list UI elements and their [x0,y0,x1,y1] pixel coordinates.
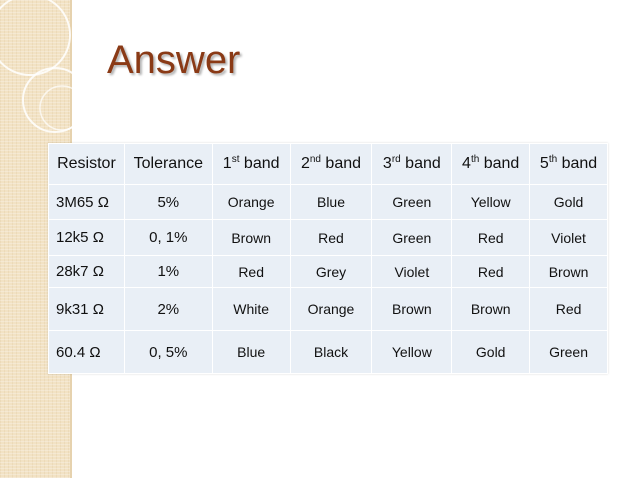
cell-resistor: 60.4 Ω [48,330,125,374]
table-header-row: Resistor Tolerance 1st band 2nd band 3rd… [48,143,608,185]
table-row: 12k5 Ω 0, 1% Brown Red Green Red Violet [48,219,608,256]
header-band-3: 3rd band [371,143,453,185]
table-row: 28k7 Ω 1% Red Grey Violet Red Brown [48,255,608,288]
table-row: 3M65 Ω 5% Orange Blue Green Yellow Gold [48,184,608,220]
decorative-circles [0,0,88,133]
table-row: 60.4 Ω 0, 5% Blue Black Yellow Gold Gree… [48,330,608,374]
cell-band-5: Brown [529,255,608,288]
slide-title: Answer [107,38,241,82]
cell-band-5: Gold [529,184,608,220]
cell-tolerance: 0, 1% [123,219,213,256]
cell-band-2: Orange [289,287,373,331]
cell-band-2: Black [289,330,373,374]
header-band-4: 4th band [451,143,531,185]
cell-resistor: 3M65 Ω [48,184,125,220]
cell-band-4: Yellow [451,184,531,220]
header-band-5: 5th band [529,143,608,185]
header-resistor: Resistor [48,143,125,185]
cell-band-4: Gold [451,330,531,374]
cell-band-2: Grey [289,255,373,288]
cell-band-4: Red [451,255,531,288]
cell-band-1: Blue [211,330,291,374]
cell-band-2: Red [289,219,373,256]
header-band-1: 1st band [211,143,291,185]
cell-band-3: Violet [371,255,453,288]
resistor-table: Resistor Tolerance 1st band 2nd band 3rd… [48,143,608,374]
cell-tolerance: 5% [123,184,213,220]
cell-band-5: Red [529,287,608,331]
cell-band-5: Green [529,330,608,374]
cell-tolerance: 2% [123,287,213,331]
cell-band-3: Green [371,219,453,256]
cell-band-2: Blue [289,184,373,220]
cell-band-1: Brown [211,219,291,256]
header-band-2: 2nd band [289,143,373,185]
cell-resistor: 12k5 Ω [48,219,125,256]
cell-tolerance: 1% [123,255,213,288]
cell-band-1: White [211,287,291,331]
cell-band-5: Violet [529,219,608,256]
cell-band-4: Brown [451,287,531,331]
cell-band-4: Red [451,219,531,256]
header-tolerance: Tolerance [123,143,213,185]
cell-band-1: Orange [211,184,291,220]
cell-resistor: 28k7 Ω [48,255,125,288]
cell-band-3: Brown [371,287,453,331]
table-row: 9k31 Ω 2% White Orange Brown Brown Red [48,287,608,331]
cell-tolerance: 0, 5% [123,330,213,374]
cell-band-1: Red [211,255,291,288]
cell-band-3: Yellow [371,330,453,374]
cell-resistor: 9k31 Ω [48,287,125,331]
cell-band-3: Green [371,184,453,220]
